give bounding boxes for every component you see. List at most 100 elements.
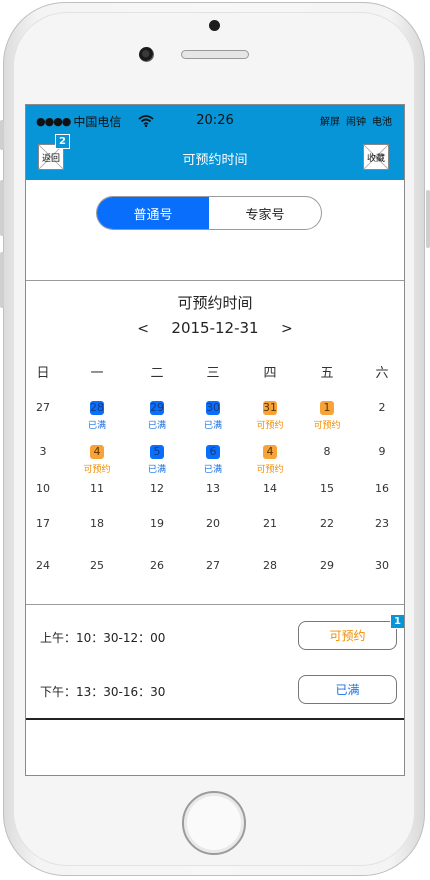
- day-number: 6: [206, 445, 220, 459]
- day-number: 31: [263, 401, 277, 415]
- day-number: 12: [150, 482, 164, 495]
- day-status: 可预约: [256, 421, 284, 431]
- tab-expert[interactable]: 专家号: [209, 197, 321, 229]
- weekday-label: 一: [90, 366, 104, 381]
- favorite-button[interactable]: 收藏: [363, 144, 389, 170]
- current-date: 2015-12-31: [171, 319, 259, 337]
- afternoon-full-button[interactable]: 已满: [298, 675, 397, 704]
- morning-slot-label: 上午：10：30-12：00: [40, 631, 166, 645]
- tab-regular[interactable]: 普通号: [97, 197, 209, 229]
- calendar-day: 30: [362, 559, 402, 573]
- calendar-navigation: < 2015-12-31 >: [26, 319, 404, 337]
- header-bar: ●●●● 中国电信 20:26 解屏 闹钟 电池 返回 2 可预约时间 收藏: [26, 105, 404, 180]
- front-camera: [139, 47, 154, 62]
- weekday-label: 三: [206, 366, 220, 381]
- weekday-label: 二: [150, 366, 164, 381]
- day-status: 已满: [203, 421, 222, 431]
- day-status: 可预约: [83, 465, 111, 475]
- calendar-day: 11: [77, 482, 117, 496]
- calendar-day: 23: [362, 517, 402, 531]
- day-number: 3: [39, 445, 47, 458]
- day-number: 25: [90, 559, 104, 572]
- day-number: 5: [150, 445, 164, 459]
- bottom-divider: [26, 718, 404, 720]
- day-number: 23: [375, 517, 389, 530]
- calendar-day: 25: [77, 559, 117, 573]
- day-number: 18: [90, 517, 104, 530]
- prev-month-button[interactable]: <: [137, 321, 149, 337]
- calendar-day[interactable]: 4 可预约: [250, 445, 290, 475]
- calendar-day[interactable]: 5 已满: [137, 445, 177, 475]
- day-number: 24: [36, 559, 50, 572]
- calendar-day: 16: [362, 482, 402, 496]
- calendar-day: 22: [307, 517, 347, 531]
- calendar-day: 26: [137, 559, 177, 573]
- day-number: 22: [320, 517, 334, 530]
- day-number: 28: [90, 401, 104, 415]
- calendar-day: 3: [26, 445, 63, 459]
- calendar-day: 24: [26, 559, 63, 573]
- day-number: 26: [150, 559, 164, 572]
- status-item-unlock: 解屏: [320, 117, 340, 128]
- weekday-label: 日: [36, 366, 50, 381]
- calendar-day: 27: [193, 559, 233, 573]
- home-button[interactable]: [182, 791, 246, 855]
- annotation-badge: 1: [390, 614, 404, 629]
- mute-switch: [0, 120, 4, 150]
- day-number: 9: [378, 445, 386, 458]
- calendar-day[interactable]: 28 已满: [77, 401, 117, 431]
- calendar-day: 19: [137, 517, 177, 531]
- calendar-day: 2: [362, 401, 402, 415]
- calendar-day[interactable]: 6 已满: [193, 445, 233, 475]
- day-status: 已满: [203, 465, 222, 475]
- day-number: 17: [36, 517, 50, 530]
- day-status: 可预约: [313, 421, 341, 431]
- doctor-type-segmented-control: 普通号 专家号: [96, 196, 322, 230]
- page-title: 可预约时间: [182, 153, 248, 168]
- divider: [26, 604, 404, 605]
- calendar-day: 27: [26, 401, 63, 415]
- annotation-badge: 2: [55, 134, 70, 149]
- volume-down-button: [0, 252, 4, 308]
- day-status: 已满: [87, 421, 106, 431]
- day-number: 20: [206, 517, 220, 530]
- calendar-day: 12: [137, 482, 177, 496]
- day-status: 已满: [147, 465, 166, 475]
- weekday-label: 六: [375, 366, 389, 381]
- calendar-day: 17: [26, 517, 63, 531]
- day-number: 2: [378, 401, 386, 414]
- calendar-day[interactable]: 31 可预约: [250, 401, 290, 431]
- day-number: 29: [150, 401, 164, 415]
- calendar-day: 18: [77, 517, 117, 531]
- divider: [26, 280, 404, 281]
- day-number: 13: [206, 482, 220, 495]
- app-screen: ●●●● 中国电信 20:26 解屏 闹钟 电池 返回 2 可预约时间 收藏 普…: [25, 104, 405, 776]
- calendar-day: 14: [250, 482, 290, 496]
- status-item-battery: 电池: [372, 117, 392, 128]
- calendar-day: 28: [250, 559, 290, 573]
- next-month-button[interactable]: >: [281, 321, 293, 337]
- calendar-day: 13: [193, 482, 233, 496]
- day-number: 1: [320, 401, 334, 415]
- day-number: 4: [90, 445, 104, 459]
- morning-book-button[interactable]: 可预约: [298, 621, 397, 650]
- calendar-day: 29: [307, 559, 347, 573]
- status-bar: ●●●● 中国电信 20:26 解屏 闹钟 电池: [26, 113, 404, 131]
- calendar-day: 15: [307, 482, 347, 496]
- calendar-title: 可预约时间: [177, 294, 253, 312]
- status-item-alarm: 闹钟: [346, 117, 366, 128]
- volume-up-button: [0, 180, 4, 236]
- calendar-day[interactable]: 1 可预约: [307, 401, 347, 431]
- day-number: 8: [323, 445, 331, 458]
- calendar-day[interactable]: 30 已满: [193, 401, 233, 431]
- calendar-day[interactable]: 29 已满: [137, 401, 177, 431]
- day-number: 11: [90, 482, 104, 495]
- weekday-label: 五: [320, 366, 334, 381]
- day-status: 可预约: [256, 465, 284, 475]
- afternoon-slot-label: 下午：13：30-16：30: [40, 685, 166, 699]
- day-status: 已满: [147, 421, 166, 431]
- calendar-day[interactable]: 4 可预约: [77, 445, 117, 475]
- day-number: 10: [36, 482, 50, 495]
- calendar-day: 9: [362, 445, 402, 459]
- calendar-day: 20: [193, 517, 233, 531]
